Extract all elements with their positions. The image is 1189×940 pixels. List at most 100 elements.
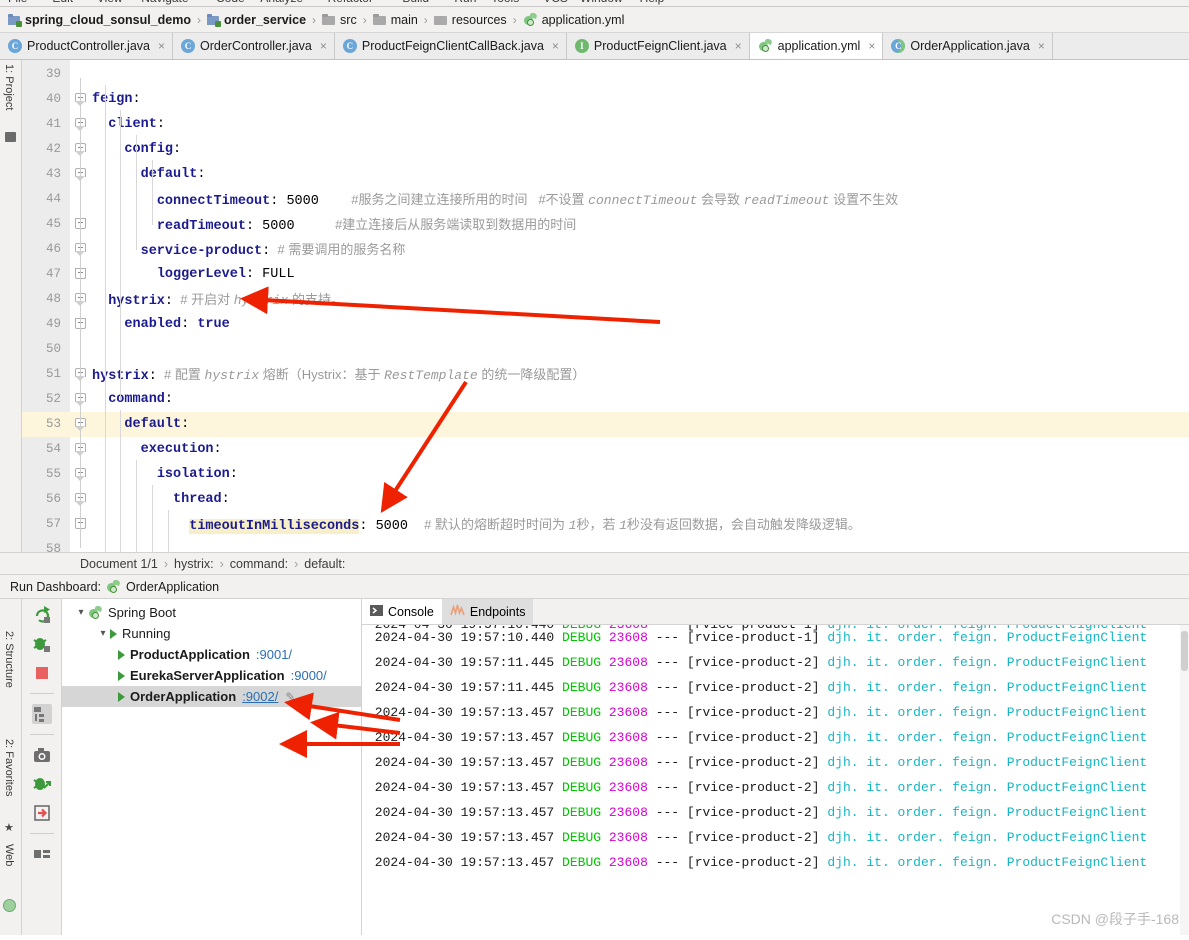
code-line[interactable]: hystrix: # 开启对 hystrix 的支持。 (92, 287, 1189, 312)
menu-item-code[interactable]: Code (216, 0, 245, 5)
line-number[interactable]: 49 (22, 312, 70, 337)
attach-debugger-icon[interactable] (32, 774, 52, 794)
fold-marker[interactable] (70, 212, 92, 237)
fold-marker[interactable] (70, 237, 92, 262)
doc-breadcrumb-item[interactable]: hystrix: (174, 557, 214, 571)
menu-item-analyze[interactable]: Analyze (260, 0, 303, 5)
layout-icon[interactable] (32, 844, 52, 864)
fold-marker[interactable] (70, 487, 92, 512)
fold-marker[interactable] (70, 387, 92, 412)
doc-breadcrumb-item[interactable]: command: (230, 557, 288, 571)
code-line[interactable]: thread: (92, 487, 1189, 512)
close-icon[interactable]: × (1038, 39, 1045, 53)
menu-item-file[interactable]: File (8, 0, 27, 5)
dashboard-tree-row[interactable]: ▾ Spring Boot (62, 602, 361, 623)
line-number[interactable]: 40 (22, 87, 70, 112)
editor-tab-application-yml[interactable]: application.yml × (749, 33, 884, 59)
line-number[interactable]: 42 (22, 137, 70, 162)
debug-icon[interactable] (32, 634, 52, 654)
fold-marker[interactable] (70, 87, 92, 112)
line-number[interactable]: 44 (22, 187, 70, 212)
code-line[interactable]: config: (92, 137, 1189, 162)
code-line[interactable]: timeoutInMilliseconds: 5000 # 默认的熔断超时时间为… (92, 512, 1189, 537)
code-line[interactable]: command: (92, 387, 1189, 412)
fold-marker[interactable] (70, 137, 92, 162)
line-number[interactable]: 46 (22, 237, 70, 262)
sidebar-item-project[interactable]: 1: Project (3, 64, 15, 110)
breadcrumb-item-src[interactable]: src (320, 13, 359, 27)
code-line[interactable]: execution: (92, 437, 1189, 462)
dashboard-tree-row[interactable]: OrderApplication:9002/ ✎ (62, 686, 361, 707)
sidebar-item-favorites[interactable]: 2: Favorites (3, 739, 15, 796)
breadcrumb[interactable]: spring_cloud_sonsul_demo › order_service › s… (0, 7, 1189, 33)
doc-breadcrumb-item[interactable]: default: (304, 557, 345, 571)
camera-icon[interactable] (32, 745, 52, 765)
menu-item-tools[interactable]: Tools (491, 0, 519, 5)
menu-item-help[interactable]: Help (640, 0, 665, 5)
breadcrumb-item-application-yml[interactable]: application.yml (521, 11, 627, 27)
code-line[interactable]: readTimeout: 5000 #建立连接后从服务端读取到数据用的时间 (92, 212, 1189, 237)
code-line[interactable] (92, 537, 1189, 552)
line-number[interactable]: 43 (22, 162, 70, 187)
close-icon[interactable]: × (735, 39, 742, 53)
breadcrumb-item-resources[interactable]: resources (432, 13, 509, 27)
breadcrumb-item-order-service[interactable]: order_service (205, 13, 308, 27)
menu-item-edit[interactable]: Edit (52, 0, 73, 5)
dashboard-port-link[interactable]: :9002/ (242, 689, 278, 704)
fold-marker[interactable] (70, 312, 92, 337)
line-number[interactable]: 57 (22, 512, 70, 537)
line-number[interactable]: 39 (22, 62, 70, 87)
project-tool-rail[interactable]: 1: Project (0, 60, 22, 552)
dashboard-tree-row[interactable]: ▾ Running (62, 623, 361, 644)
sidebar-item-structure[interactable]: 2: Structure (3, 631, 15, 688)
code-line[interactable]: service-product: # 需要调用的服务名称 (92, 237, 1189, 262)
dashboard-tree-row[interactable]: EurekaServerApplication:9000/ (62, 665, 361, 686)
code-line[interactable]: isolation: (92, 462, 1189, 487)
scrollbar-thumb[interactable] (1181, 631, 1188, 671)
stop-icon[interactable] (32, 663, 52, 683)
chevron-down-icon[interactable]: ▾ (74, 607, 88, 618)
code-line[interactable]: default: (92, 412, 1189, 437)
line-number[interactable]: 52 (22, 387, 70, 412)
menu-item-refactor[interactable]: Refactor (328, 0, 373, 5)
console-tab-endpoints[interactable]: Endpoints (441, 599, 534, 624)
line-number[interactable]: 58 (22, 537, 70, 562)
close-icon[interactable]: × (552, 39, 559, 53)
line-number[interactable]: 55 (22, 462, 70, 487)
line-number[interactable]: 51 (22, 362, 70, 387)
code-line[interactable]: hystrix: # 配置 hystrix 熔断（Hystrix：基于 Rest… (92, 362, 1189, 387)
menu-item-vcs[interactable]: VCS (543, 0, 568, 5)
fold-marker[interactable] (70, 412, 92, 437)
code-line[interactable] (92, 337, 1189, 362)
code-line[interactable]: feign: (92, 87, 1189, 112)
code-line[interactable]: default: (92, 162, 1189, 187)
fold-marker[interactable] (70, 512, 92, 537)
code-line[interactable]: client: (92, 112, 1189, 137)
line-number[interactable]: 45 (22, 212, 70, 237)
console-output[interactable]: 2024-04-30 19:57:10.440 DEBUG 23608 --- … (362, 625, 1189, 935)
fold-marker[interactable] (70, 437, 92, 462)
line-number[interactable]: 41 (22, 112, 70, 137)
menu-item-window[interactable]: Window (580, 0, 623, 5)
show-dashboard-icon[interactable] (31, 704, 52, 724)
run-toolbar[interactable] (22, 599, 62, 935)
fold-marker[interactable] (70, 162, 92, 187)
line-number[interactable]: 47 (22, 262, 70, 287)
run-dashboard-tree[interactable]: ▾ Spring Boot ▾ Running ProductApplication:9… (62, 599, 362, 935)
line-number[interactable]: 56 (22, 487, 70, 512)
code-content[interactable]: feign: client: config: default: connectT… (92, 60, 1189, 552)
edit-config-icon[interactable]: ✎ (285, 690, 295, 704)
close-icon[interactable]: × (320, 39, 327, 53)
fold-marker[interactable] (70, 462, 92, 487)
menu-item-run[interactable]: Run (454, 0, 476, 5)
dashboard-port-link[interactable]: :9001/ (256, 647, 292, 662)
code-line[interactable]: enabled: true (92, 312, 1189, 337)
line-number[interactable]: 48 (22, 287, 70, 312)
console-tab-bar[interactable]: Console Endpoints (362, 599, 1189, 625)
left-tool-window-rail[interactable]: 2: Structure 2: Favorites Web ★ (0, 599, 22, 935)
editor-tab-productcontroller-java[interactable]: C ProductController.java × (0, 33, 173, 59)
fold-marker[interactable] (70, 262, 92, 287)
rerun-icon[interactable] (32, 605, 52, 625)
line-number[interactable]: 54 (22, 437, 70, 462)
editor-tab-bar[interactable]: C ProductController.java × C OrderController… (0, 33, 1189, 60)
